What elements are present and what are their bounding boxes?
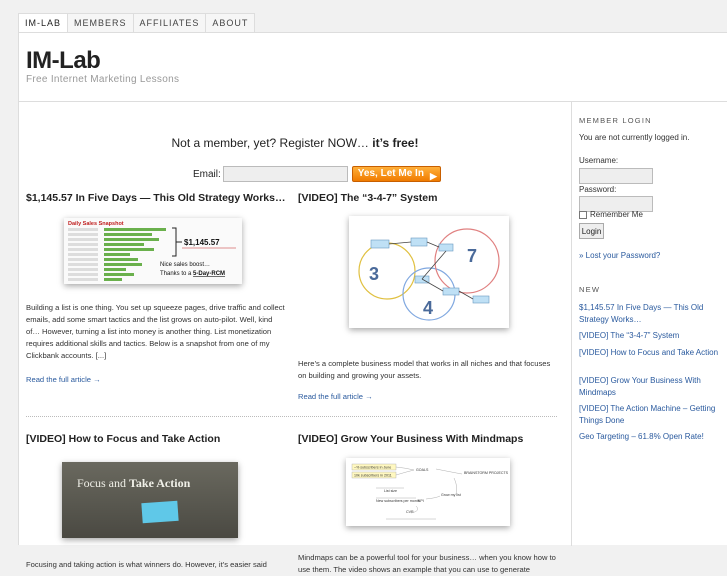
snapshot-note-link: 5-Day-RCM [193, 271, 225, 277]
post-title[interactable]: $1,145.57 In Five Days — This Old Strate… [26, 191, 288, 205]
read-more-link[interactable]: Read the full article → [26, 375, 101, 384]
sidebar-new-link[interactable]: $1,145.57 In Five Days — This Old Strate… [579, 302, 719, 325]
take-action-text: Take Action [129, 476, 191, 490]
sidebar: Member Login You are not currently logge… [571, 102, 727, 546]
username-field[interactable] [579, 168, 653, 184]
post-thumbnail-sales-snapshot[interactable]: Daily Sales Snapshot $1,145.57 Nice sale… [64, 218, 242, 284]
sidebar-new-link[interactable]: [VIDEO] Grow Your Business With Mindmaps [579, 375, 719, 398]
mindmap-node: KPI [418, 499, 424, 503]
mindmap-graphic: ~% subscribers in June 10k subscribers i… [346, 458, 510, 526]
signup-banner: Not a member, yet? Register NOW… it’s fr… [19, 136, 571, 150]
snapshot-note-line1: Nice sales boost… [160, 262, 210, 268]
posts-divider [26, 416, 557, 417]
sidebar-new-link[interactable]: [VIDEO] How to Focus and Take Action [579, 347, 719, 359]
mindmap-node: List size [384, 489, 397, 493]
post-excerpt: Mindmaps can be a powerful tool for your… [298, 553, 556, 574]
member-login-heading: Member Login [579, 116, 652, 125]
diagram-347-graphic: 3 4 7 [349, 216, 509, 328]
post-card: [VIDEO] The “3-4-7” System [298, 191, 560, 205]
post-excerpt: Focusing and taking action is what winne… [26, 560, 267, 569]
lost-password-link[interactable]: » Lost your Password? [579, 250, 719, 262]
mindmap-node: CVR [406, 510, 414, 514]
mindmap-node: New subscribers per month [376, 499, 420, 503]
signup-form: Email: Yes, Let Me In ▶ [193, 166, 441, 182]
snapshot-amount: $1,145.57 [184, 238, 220, 247]
post-thumbnail-mindmap[interactable]: ~% subscribers in June 10k subscribers i… [346, 458, 510, 526]
remember-me-label: Remember Me [590, 210, 643, 219]
tab-members[interactable]: MEMBERS [68, 13, 134, 32]
mindmap-node: GOALS [416, 468, 429, 472]
post-card: [VIDEO] Grow Your Business With Mindmaps [298, 432, 560, 446]
post-card: [VIDEO] How to Focus and Take Action [26, 432, 288, 446]
email-field[interactable] [222, 166, 348, 182]
remember-me-checkbox[interactable] [579, 211, 587, 219]
tab-im-lab[interactable]: IM-LAB [18, 13, 69, 32]
mindmap-node: BRAINSTORM PROJECTS [464, 471, 509, 475]
signup-prompt: Not a member, yet? Register NOW… [171, 136, 373, 150]
read-more-link[interactable]: Read the full article → [298, 392, 373, 401]
page-container: IM-Lab Free Internet Marketing Lessons N… [18, 32, 727, 574]
password-label: Password: [579, 185, 617, 194]
post-excerpt: Here’s a complete business model that wo… [298, 359, 551, 380]
focus-action-graphic: Focus and Take Action [62, 462, 238, 538]
top-navigation: IM-LAB MEMBERS AFFILIATES ABOUT [18, 13, 256, 32]
main-content: Not a member, yet? Register NOW… it’s fr… [19, 102, 571, 574]
diagram-number-4: 4 [423, 298, 433, 318]
svg-text:Focus and Take Action: Focus and Take Action [77, 476, 191, 490]
yes-let-me-in-button[interactable]: Yes, Let Me In ▶ [351, 166, 441, 182]
sidebar-new-link[interactable]: [VIDEO] The “3-4-7” System [579, 330, 719, 342]
mindmap-node: ~% subscribers in June [354, 466, 391, 470]
post-card: $1,145.57 In Five Days — This Old Strate… [26, 191, 288, 205]
email-label: Email: [193, 168, 221, 180]
diagram-number-7: 7 [467, 246, 477, 266]
site-description: Free Internet Marketing Lessons [26, 74, 180, 85]
post-title[interactable]: [VIDEO] The “3-4-7” System [298, 191, 560, 205]
username-label: Username: [579, 156, 619, 165]
post-excerpt: Building a list is one thing. You set up… [26, 303, 285, 360]
mindmap-node: Grow my list [441, 493, 461, 497]
mindmap-node: 10k subscribers in 2011 [354, 474, 392, 478]
tab-affiliates[interactable]: AFFILIATES [133, 13, 207, 32]
post-title[interactable]: [VIDEO] Grow Your Business With Mindmaps [298, 432, 560, 446]
focus-text: Focus and [77, 476, 129, 490]
login-status: You are not currently logged in. [579, 133, 690, 142]
signup-free-note: it’s free! [372, 136, 419, 150]
svg-text:Thanks to a 5-Day-RCM: Thanks to a 5-Day-RCM [160, 271, 225, 277]
post-thumbnail-focus-action[interactable]: Focus and Take Action [62, 462, 238, 538]
snapshot-heading: Daily Sales Snapshot [68, 221, 124, 227]
site-title[interactable]: IM-Lab [26, 47, 101, 75]
sidebar-new-link[interactable]: [VIDEO] The Action Machine – Getting Thi… [579, 403, 719, 426]
post-title[interactable]: [VIDEO] How to Focus and Take Action [26, 432, 288, 446]
post-thumbnail-347-diagram[interactable]: 3 4 7 [349, 216, 509, 328]
arrow-right-icon: ▶ [430, 171, 437, 181]
cta-button-label: Yes, Let Me In [357, 168, 424, 179]
snapshot-note-line2: Thanks to a [160, 271, 193, 277]
login-button[interactable]: Login [579, 223, 604, 239]
tab-about[interactable]: ABOUT [206, 13, 256, 32]
diagram-number-3: 3 [369, 264, 379, 284]
sales-snapshot-graphic: Daily Sales Snapshot $1,145.57 Nice sale… [64, 218, 242, 284]
new-posts-heading: New [579, 285, 601, 294]
sidebar-new-link[interactable]: Geo Targeting – 61.8% Open Rate! [579, 431, 719, 443]
